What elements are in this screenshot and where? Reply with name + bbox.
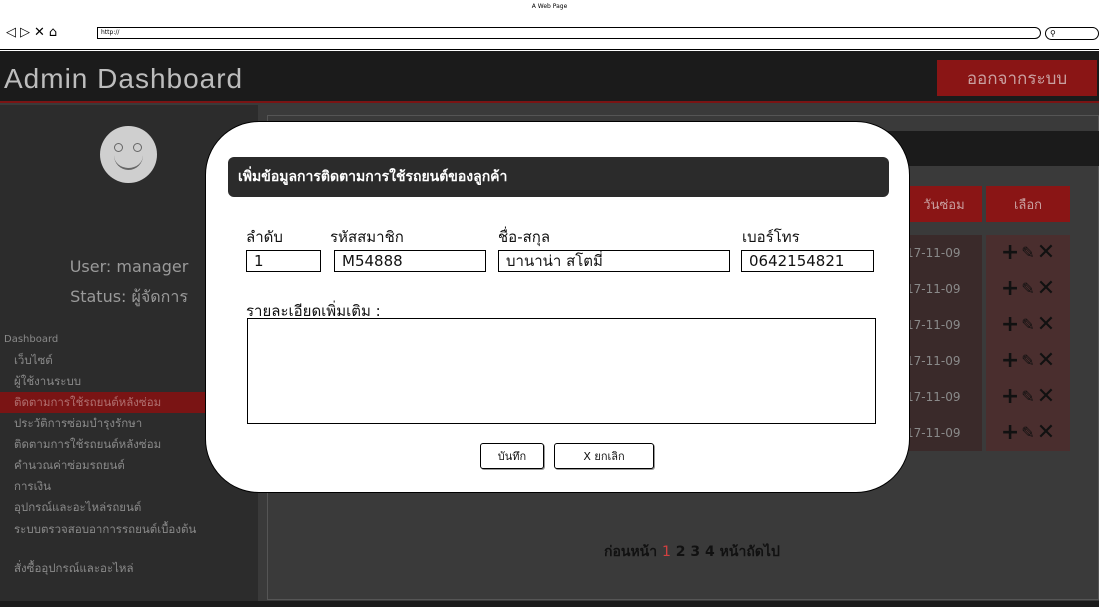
date-cell: 17-11-09 xyxy=(906,271,982,307)
add-icon[interactable]: + xyxy=(1001,422,1019,444)
delete-icon[interactable]: ✕ xyxy=(1037,314,1055,336)
edit-icon[interactable]: ✎ xyxy=(1021,422,1034,444)
pager-prev[interactable]: ก่อนหน้า xyxy=(604,544,657,560)
pager-page-1[interactable]: 1 xyxy=(662,544,671,560)
row-actions: + ✎ ✕ xyxy=(986,343,1070,379)
delete-icon[interactable]: ✕ xyxy=(1037,386,1055,408)
forward-icon[interactable]: ▷ xyxy=(20,26,30,39)
save-button[interactable]: บันทึก xyxy=(480,443,544,469)
phone-field[interactable]: 0642154821 xyxy=(741,250,874,272)
date-cell: 17-11-09 xyxy=(906,307,982,343)
browser-nav: ◁ ▷ ✕ ⌂ xyxy=(6,26,57,39)
date-cell: 17-11-09 xyxy=(906,343,982,379)
browser-chrome: A Web Page ◁ ▷ ✕ ⌂ http:// ⚲ xyxy=(0,0,1099,50)
column-header-date: วันซ่อม xyxy=(906,186,982,222)
add-icon[interactable]: + xyxy=(1001,314,1019,336)
browser-page-title: A Web Page xyxy=(531,3,568,10)
date-cell: 17-11-09 xyxy=(906,379,982,415)
close-icon[interactable]: ✕ xyxy=(34,26,45,39)
avatar-mouth xyxy=(114,153,143,170)
order-label: ลำดับ xyxy=(246,228,283,246)
column-header-select: เลือก xyxy=(986,186,1070,222)
cancel-button[interactable]: X ยกเลิก xyxy=(554,443,654,469)
tracking-modal: เพิ่มข้อมูลการติดตามการใช้รถยนต์ของลูกค้… xyxy=(205,121,910,493)
avatar-eye-right xyxy=(133,143,142,152)
logout-button[interactable]: ออกจากระบบ xyxy=(937,60,1097,96)
pager-next[interactable]: หน้าถัดไป xyxy=(720,544,780,560)
pager-page-3[interactable]: 3 xyxy=(690,544,700,560)
name-label: ชื่อ-สกุล xyxy=(498,228,551,246)
date-cell: 17-11-09 xyxy=(906,235,982,271)
sidebar-item-order-parts[interactable]: สั่งซื้ออุปกรณ์และอะไหล่ xyxy=(0,558,258,579)
delete-icon[interactable]: ✕ xyxy=(1037,278,1055,300)
delete-icon[interactable]: ✕ xyxy=(1037,350,1055,372)
row-actions: + ✎ ✕ xyxy=(986,271,1070,307)
edit-icon[interactable]: ✎ xyxy=(1021,242,1034,264)
name-field[interactable]: บานาน่า สโตมี่ xyxy=(498,250,730,272)
add-icon[interactable]: + xyxy=(1001,350,1019,372)
app-footer xyxy=(0,601,1099,607)
date-cell: 17-11-09 xyxy=(906,415,982,451)
row-actions: + ✎ ✕ xyxy=(986,415,1070,451)
avatar-eye-left xyxy=(114,143,123,152)
sidebar-item-parts[interactable]: อุปกรณ์และอะไหล่รถยนต์ xyxy=(0,497,258,518)
add-icon[interactable]: + xyxy=(1001,278,1019,300)
row-actions: + ✎ ✕ xyxy=(986,235,1070,271)
search-icon: ⚲ xyxy=(1050,29,1056,38)
phone-label: เบอร์โทร xyxy=(742,228,800,246)
edit-icon[interactable]: ✎ xyxy=(1021,278,1034,300)
pager-page-4[interactable]: 4 xyxy=(705,544,715,560)
edit-icon[interactable]: ✎ xyxy=(1021,314,1034,336)
pagination: ก่อนหน้า 1 2 3 4 หน้าถัดไป xyxy=(604,541,780,563)
sidebar-item-diagnosis[interactable]: ระบบตรวจสอบอาการรถยนต์เบื้องต้น xyxy=(0,518,258,558)
home-icon[interactable]: ⌂ xyxy=(49,26,57,39)
member-id-field[interactable]: M54888 xyxy=(334,250,486,272)
edit-icon[interactable]: ✎ xyxy=(1021,350,1034,372)
order-field[interactable]: 1 xyxy=(246,250,321,272)
row-actions: + ✎ ✕ xyxy=(986,307,1070,343)
avatar xyxy=(100,126,157,183)
menu-section-dashboard[interactable]: Dashboard xyxy=(4,334,58,345)
browser-search[interactable]: ⚲ xyxy=(1045,27,1099,40)
modal-title: เพิ่มข้อมูลการติดตามการใช้รถยนต์ของลูกค้… xyxy=(228,157,889,197)
pager-page-2[interactable]: 2 xyxy=(676,544,686,560)
app-header: Admin Dashboard ออกจากระบบ xyxy=(0,51,1099,103)
row-actions: + ✎ ✕ xyxy=(986,379,1070,415)
app-title: Admin Dashboard xyxy=(4,63,244,94)
delete-icon[interactable]: ✕ xyxy=(1037,422,1055,444)
add-icon[interactable]: + xyxy=(1001,386,1019,408)
sidebar-item-finance[interactable]: การเงิน xyxy=(0,476,258,497)
back-icon[interactable]: ◁ xyxy=(6,26,16,39)
member-id-label: รหัสสมาชิก xyxy=(330,228,404,246)
add-icon[interactable]: + xyxy=(1001,242,1019,264)
edit-icon[interactable]: ✎ xyxy=(1021,386,1034,408)
delete-icon[interactable]: ✕ xyxy=(1037,242,1055,264)
url-input[interactable]: http:// xyxy=(97,27,1041,39)
details-textarea[interactable] xyxy=(247,318,876,424)
